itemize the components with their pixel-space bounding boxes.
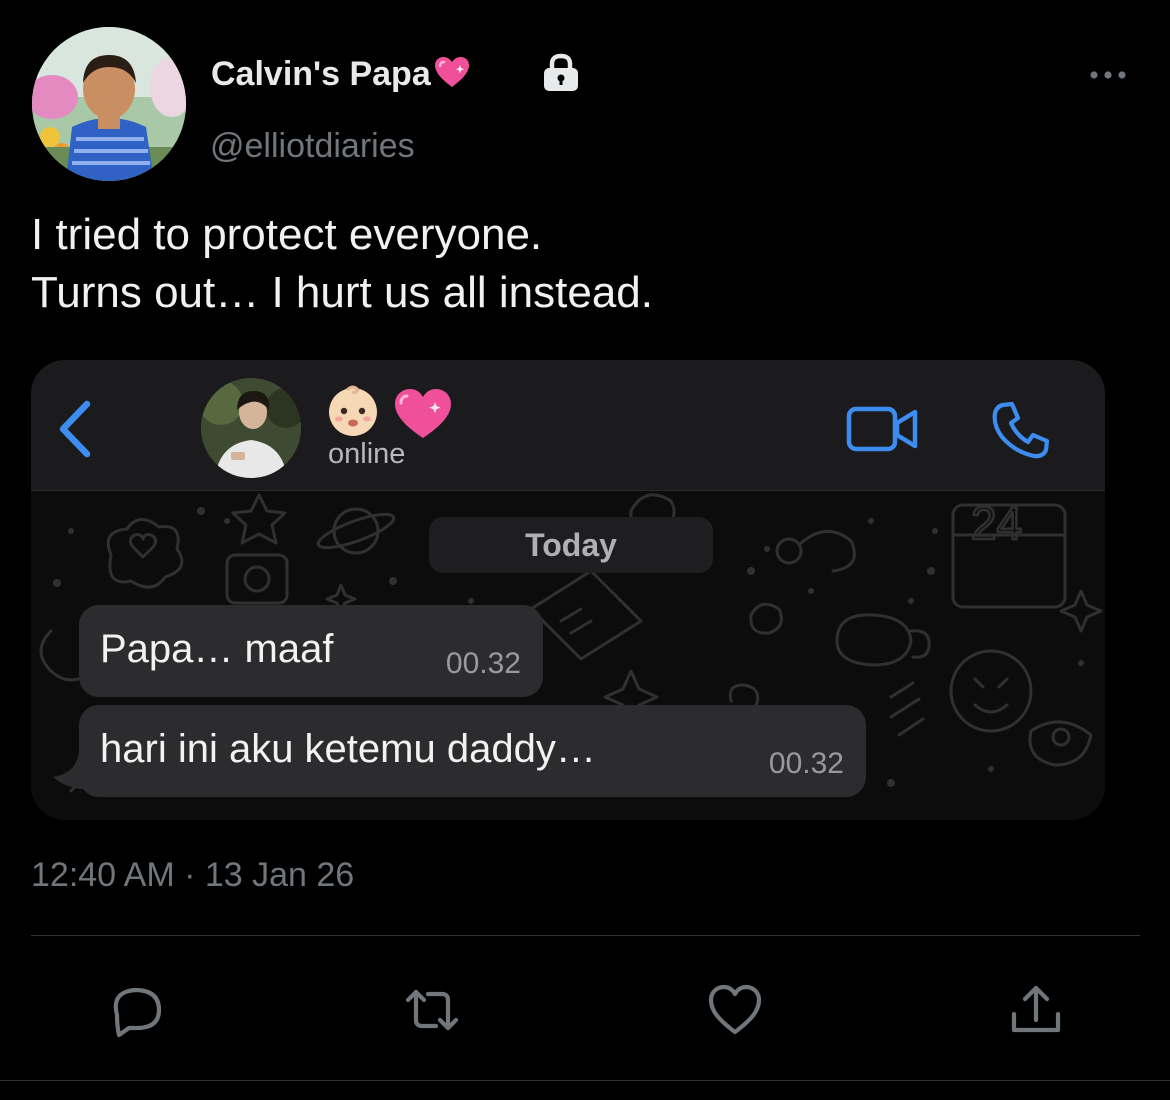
chat-body: 24 Today Papa… maaf 00.32 hari ini aku k… [31,491,1105,820]
message-bubble: Papa… maaf 00.32 [79,605,543,697]
author-display-name[interactable]: Calvin's Papa [211,52,471,100]
message-text: hari ini aku ketemu daddy… [100,727,596,771]
like-heart-icon[interactable] [707,982,763,1038]
tweet-timestamp[interactable]: 12:40 AM · 13 Jan 26 [31,856,354,895]
chat-screenshot-image[interactable]: online 24 Today Papa… maaf 00.32 hari in… [31,360,1105,820]
tweet-text-line: I tried to protect everyone. [31,210,543,259]
message-text: Papa… maaf [100,627,334,671]
tweet-text: I tried to protect everyone. Turns out… … [31,206,653,322]
protected-lock-icon [544,53,578,91]
svg-text:24: 24 [971,497,1022,549]
sparkle-heart-icon [433,55,471,100]
retweet-icon[interactable] [404,982,460,1038]
divider [0,1080,1170,1081]
contact-status: online [328,438,406,470]
more-options-icon[interactable] [1088,67,1128,83]
chat-header: online [31,360,1105,491]
phone-call-icon [992,401,1050,459]
message-bubble: hari ini aku ketemu daddy… 00.32 [79,705,866,797]
author-avatar[interactable] [32,27,186,181]
display-name-text: Calvin's Papa [211,55,431,93]
divider [31,935,1140,936]
tweet-text-line: Turns out… I hurt us all instead. [31,268,653,317]
sparkle-heart-icon [395,389,451,438]
contact-avatar [201,378,301,478]
contact-name [325,384,457,445]
message-time: 00.32 [768,747,844,780]
message-time: 00.32 [445,647,521,680]
share-icon[interactable] [1008,982,1064,1038]
back-chevron-icon [59,400,91,458]
baby-face-icon [329,385,377,436]
date-separator: Today [429,517,713,573]
reply-icon[interactable] [107,982,163,1038]
video-call-icon [846,406,918,452]
author-handle[interactable]: @elliotdiaries [210,124,415,168]
